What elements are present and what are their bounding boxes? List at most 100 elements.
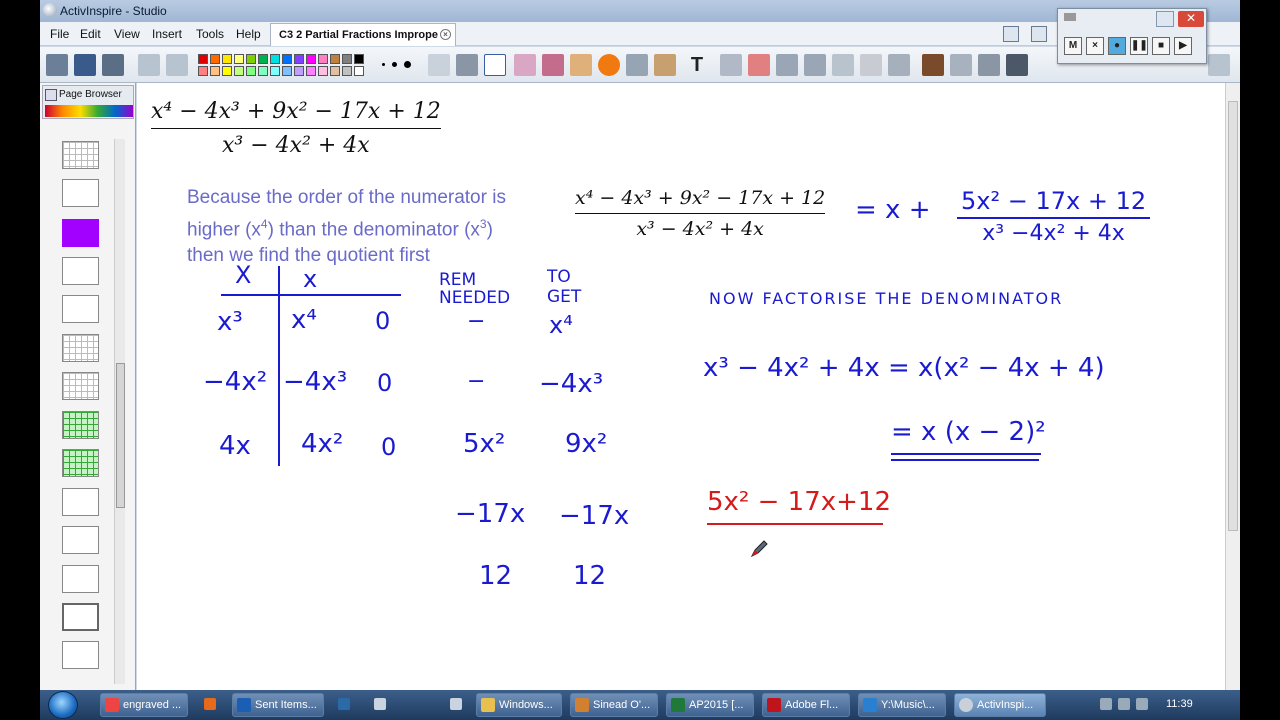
page-thumbnail[interactable] [62, 219, 99, 247]
toolbox-icon[interactable] [1208, 54, 1230, 76]
color-swatch[interactable] [258, 66, 268, 76]
recorder-close-button[interactable]: ✕ [1178, 11, 1204, 27]
color-swatch[interactable] [354, 54, 364, 64]
highlighter-icon[interactable] [514, 54, 536, 76]
color-swatch[interactable] [222, 66, 232, 76]
spotlight-icon[interactable] [860, 54, 882, 76]
task-chrome[interactable]: engraved ... [100, 693, 188, 717]
task-sinead[interactable]: Sinead O'... [570, 693, 658, 717]
color-swatch[interactable] [342, 66, 352, 76]
recorder-webcam-button[interactable]: ● [1108, 37, 1126, 55]
page-thumbnail[interactable] [62, 141, 99, 169]
color-swatch[interactable] [198, 54, 208, 64]
canvas-scrollbar[interactable] [1225, 83, 1240, 690]
undo-icon[interactable] [776, 54, 798, 76]
browser-tabs-strip[interactable] [45, 105, 133, 117]
page-thumbnail[interactable] [62, 411, 99, 439]
menu-view[interactable]: View [114, 27, 140, 41]
sims-icon[interactable] [338, 698, 350, 710]
connector-icon[interactable] [626, 54, 648, 76]
color-swatch[interactable] [246, 66, 256, 76]
color-swatch[interactable] [258, 54, 268, 64]
color-swatch[interactable] [318, 66, 328, 76]
page-thumbnail[interactable] [62, 488, 99, 516]
scrollbar-thumb[interactable] [116, 363, 125, 508]
menu-edit[interactable]: Edit [80, 27, 101, 41]
page-browser-scrollbar[interactable] [114, 139, 125, 684]
recorder-grip-icon[interactable] [1064, 13, 1076, 21]
color-swatch[interactable] [246, 54, 256, 64]
task-adobe-flash[interactable]: Adobe Fl... [762, 693, 850, 717]
pen-icon[interactable] [484, 54, 506, 76]
page-icon[interactable] [1003, 26, 1019, 42]
color-swatch[interactable] [294, 66, 304, 76]
color-swatch[interactable] [330, 54, 340, 64]
page-thumbnail[interactable] [62, 179, 99, 207]
marker-icon[interactable] [832, 54, 854, 76]
color-swatch[interactable] [294, 54, 304, 64]
flipchart-canvas[interactable]: x⁴ − 4x³ + 9x² − 17x + 12 x³ − 4x² + 4x … [137, 83, 1225, 690]
menu-file[interactable]: File [50, 27, 69, 41]
tray-icon[interactable] [1118, 698, 1130, 710]
task-windows-explorer[interactable]: Windows... [476, 693, 562, 717]
recorder-stop-button[interactable]: ■ [1152, 37, 1170, 55]
canvas-scrollbar-thumb[interactable] [1228, 101, 1238, 531]
tab-document[interactable]: C3 2 Partial Fractions Imprope × [270, 23, 456, 46]
color-swatch[interactable] [234, 54, 244, 64]
color-swatch[interactable] [330, 66, 340, 76]
menu-help[interactable]: Help [236, 27, 261, 41]
task-activinspire[interactable]: ActivInspi... [954, 693, 1046, 717]
recorder-play-button[interactable]: ▶ [1174, 37, 1192, 55]
save-icon[interactable] [1006, 54, 1028, 76]
tab-close-icon[interactable]: × [440, 29, 451, 40]
page-thumbnail[interactable] [62, 526, 99, 554]
page-thumbnail[interactable] [62, 295, 99, 323]
page-thumbnail[interactable] [62, 449, 99, 477]
page-thumbnail-current[interactable] [62, 603, 99, 631]
tray-icon[interactable] [1100, 698, 1112, 710]
page-browser-icon[interactable] [46, 54, 68, 76]
next-page-icon[interactable] [166, 54, 188, 76]
reset-icon[interactable] [748, 54, 770, 76]
color-swatch[interactable] [282, 54, 292, 64]
color-swatch[interactable] [342, 54, 352, 64]
volume-icon[interactable] [1136, 698, 1148, 710]
desktop-icon[interactable] [74, 54, 96, 76]
color-swatch[interactable] [210, 66, 220, 76]
compass-icon[interactable] [888, 54, 910, 76]
color-swatch[interactable] [222, 54, 232, 64]
firefox-icon[interactable] [204, 698, 216, 710]
recorder-pause-button[interactable]: ❚❚ [1130, 37, 1148, 55]
menu-tools[interactable]: Tools [196, 27, 224, 41]
recorder-x-button[interactable]: × [1086, 37, 1104, 55]
reveal-icon[interactable] [922, 54, 944, 76]
color-swatch[interactable] [282, 66, 292, 76]
color-swatch[interactable] [210, 54, 220, 64]
color-swatch[interactable] [270, 54, 280, 64]
select-icon[interactable] [428, 54, 450, 76]
clear-icon[interactable] [720, 54, 742, 76]
menu-insert[interactable]: Insert [152, 27, 182, 41]
color-swatch[interactable] [270, 66, 280, 76]
color-swatch[interactable] [318, 54, 328, 64]
shape-icon[interactable] [598, 54, 620, 76]
start-button[interactable] [48, 691, 78, 719]
color-swatch[interactable] [306, 66, 316, 76]
screen-icon[interactable] [102, 54, 124, 76]
redo-icon[interactable] [804, 54, 826, 76]
fill-icon[interactable] [570, 54, 592, 76]
magnify-icon[interactable] [978, 54, 1000, 76]
recorder-m-button[interactable]: M [1064, 37, 1082, 55]
pen-width-icon[interactable] [380, 54, 420, 76]
text-icon[interactable]: T [686, 54, 708, 76]
task-excel[interactable]: AP2015 [... [666, 693, 754, 717]
tool-icon[interactable] [374, 698, 386, 710]
page-thumbnail[interactable] [62, 565, 99, 593]
settings-icon[interactable] [450, 698, 462, 710]
resource-icon[interactable] [654, 54, 676, 76]
page-thumbnail[interactable] [62, 372, 99, 400]
color-swatch[interactable] [306, 54, 316, 64]
color-swatch[interactable] [198, 66, 208, 76]
page-thumbnail[interactable] [62, 257, 99, 285]
tools-icon[interactable] [456, 54, 478, 76]
